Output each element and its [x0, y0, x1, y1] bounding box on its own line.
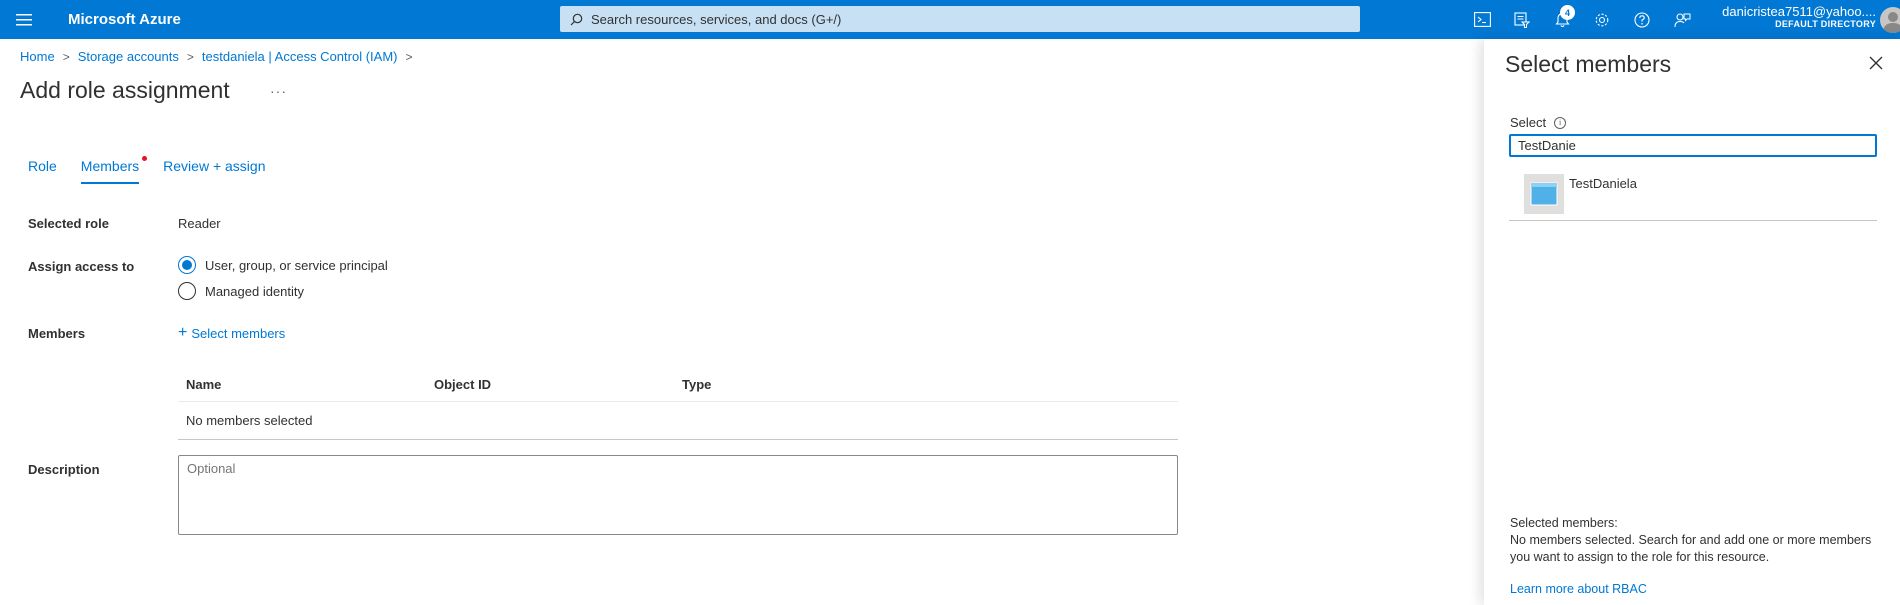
column-header-type[interactable]: Type: [674, 377, 974, 392]
tab-review-assign[interactable]: Review + assign: [163, 158, 265, 184]
empty-message: No members selected: [186, 413, 313, 428]
page-title: Add role assignment: [20, 77, 230, 103]
table-header: Name Object ID Type: [178, 368, 1178, 402]
list-item[interactable]: TestDaniela: [1509, 171, 1877, 221]
radio-button[interactable]: [178, 256, 196, 274]
search-placeholder: Search resources, services, and docs (G+…: [591, 11, 842, 27]
column-header-name[interactable]: Name: [178, 377, 426, 392]
more-options-icon[interactable]: ···: [270, 83, 287, 99]
chevron-right-icon: >: [186, 49, 194, 64]
notification-badge: 4: [1560, 5, 1575, 20]
avatar[interactable]: [1880, 7, 1900, 33]
feedback-icon[interactable]: [1662, 0, 1702, 39]
tab-members[interactable]: Members: [80, 156, 148, 184]
account-name: danicristea7511@yahoo....: [1722, 4, 1876, 19]
breadcrumb-home[interactable]: Home: [20, 49, 55, 64]
members-label: Members: [28, 326, 86, 341]
top-bar: Microsoft Azure Search resources, servic…: [0, 0, 1900, 39]
tab-label: Members: [80, 158, 140, 174]
chevron-right-icon: >: [405, 49, 413, 64]
radio-label: User, group, or service principal: [205, 257, 388, 273]
tab-role[interactable]: Role: [28, 158, 57, 184]
assign-access-label: Assign access to: [28, 259, 135, 274]
required-indicator: [142, 156, 148, 161]
members-table: Name Object ID Type No members selected: [178, 368, 1178, 440]
radio-managed-identity[interactable]: Managed identity: [178, 282, 304, 300]
select-members-panel: Select members Select i TestDaniela Sele…: [1484, 39, 1900, 605]
learn-more-link[interactable]: Learn more about RBAC: [1510, 582, 1647, 596]
cloud-shell-icon[interactable]: [1462, 0, 1502, 39]
result-name: TestDaniela: [1569, 176, 1637, 191]
selected-members-message: No members selected. Search for and add …: [1510, 533, 1872, 564]
hamburger-menu-icon[interactable]: [0, 0, 48, 39]
gear-icon[interactable]: [1582, 0, 1622, 39]
application-icon: [1524, 174, 1564, 214]
select-members-label: Select members: [191, 325, 286, 341]
bell-icon[interactable]: 4: [1542, 0, 1582, 39]
directory-filter-icon[interactable]: [1502, 0, 1542, 39]
info-icon[interactable]: i: [1554, 116, 1567, 129]
close-icon[interactable]: [1866, 53, 1886, 73]
selected-members-label: Selected members:: [1510, 516, 1618, 530]
search-icon: [570, 13, 583, 25]
tab-list: Role Members Review + assign: [28, 156, 289, 184]
column-header-object-id[interactable]: Object ID: [426, 377, 674, 392]
brand-logo[interactable]: Microsoft Azure: [68, 11, 181, 28]
breadcrumb-iam[interactable]: testdaniela | Access Control (IAM): [202, 49, 398, 64]
radio-label: Managed identity: [205, 283, 305, 299]
table-row: No members selected: [178, 402, 1178, 440]
select-label-row: Select i: [1510, 115, 1567, 130]
breadcrumb: Home > Storage accounts > testdaniela | …: [20, 49, 421, 64]
account-directory: DEFAULT DIRECTORY: [1775, 19, 1876, 29]
selected-role-label: Selected role: [28, 216, 109, 231]
help-icon[interactable]: [1622, 0, 1662, 39]
member-search-input[interactable]: [1509, 134, 1877, 157]
chevron-right-icon: >: [62, 49, 70, 64]
tab-label: Review + assign: [163, 158, 266, 174]
plus-icon: +: [178, 324, 188, 341]
tab-label: Role: [28, 158, 57, 174]
radio-user-group-sp[interactable]: User, group, or service principal: [178, 256, 388, 274]
global-search-input[interactable]: Search resources, services, and docs (G+…: [560, 6, 1360, 32]
account-menu[interactable]: danicristea7511@yahoo.... DEFAULT DIRECT…: [1715, 4, 1900, 33]
selected-role-value: Reader: [178, 216, 221, 231]
radio-button[interactable]: [178, 282, 196, 300]
breadcrumb-storage-accounts[interactable]: Storage accounts: [78, 49, 179, 64]
select-label: Select: [1510, 115, 1547, 130]
description-label: Description: [28, 462, 100, 477]
description-field[interactable]: [178, 455, 1178, 535]
select-members-link[interactable]: + Select members: [178, 325, 285, 341]
panel-title: Select members: [1505, 51, 1672, 77]
